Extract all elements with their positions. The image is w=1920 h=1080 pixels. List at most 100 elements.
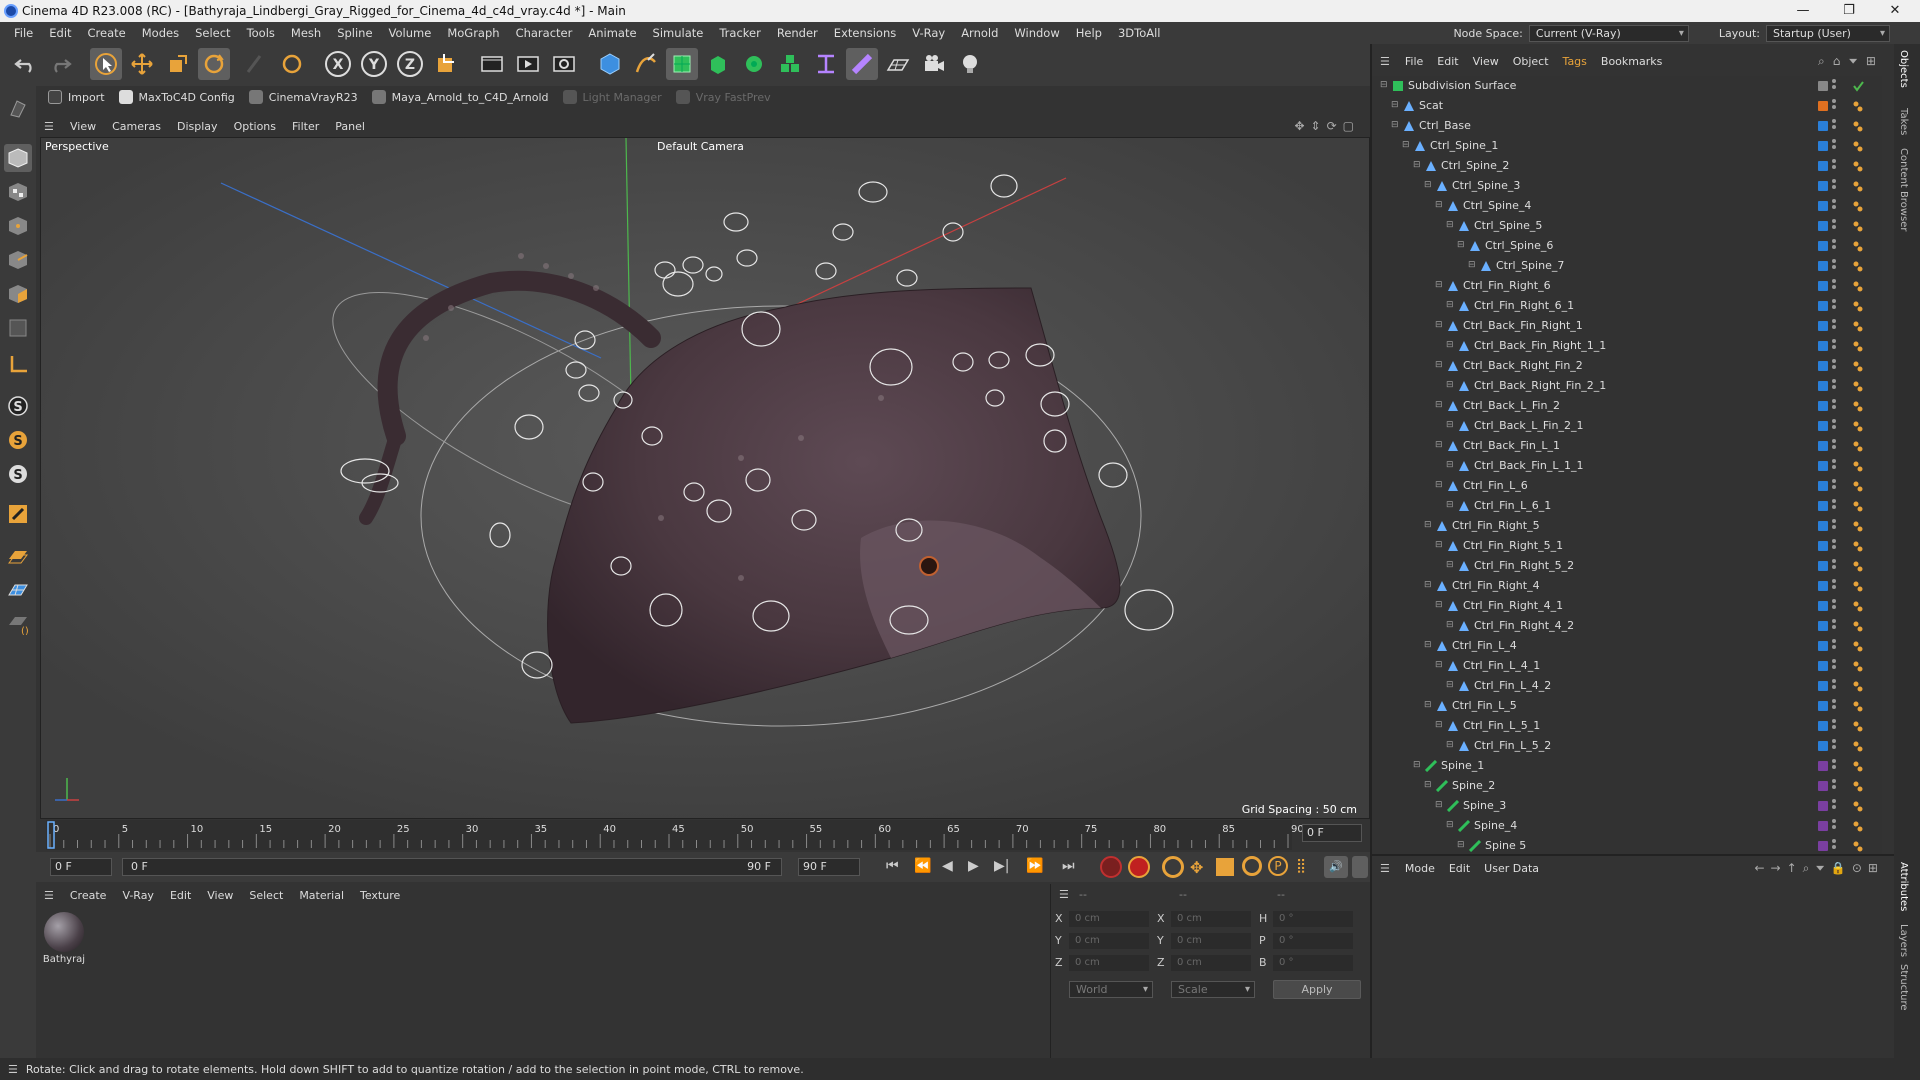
viewport-menu-options[interactable]: Options bbox=[226, 120, 284, 133]
apply-button[interactable]: Apply bbox=[1273, 980, 1361, 999]
object-name[interactable]: Ctrl_Fin_Right_6_1 bbox=[1474, 299, 1574, 312]
expand-toggle-icon[interactable]: ⊟ bbox=[1435, 800, 1443, 810]
object-row[interactable]: ⊟ Ctrl_Back_Fin_L_1_1 bbox=[1372, 456, 1882, 476]
material-menu-material[interactable]: Material bbox=[291, 889, 352, 902]
object-row[interactable]: ⊟ Ctrl_Spine_7 bbox=[1372, 256, 1882, 276]
workplane-icon[interactable] bbox=[4, 542, 32, 570]
weight-tag-icon[interactable] bbox=[1852, 340, 1864, 352]
expand-toggle-icon[interactable]: ⊟ bbox=[1457, 840, 1465, 850]
expand-toggle-icon[interactable]: ⊟ bbox=[1435, 540, 1443, 550]
weight-tag-icon[interactable] bbox=[1852, 440, 1864, 452]
render-settings-icon[interactable] bbox=[548, 48, 580, 80]
layer-color-swatch[interactable] bbox=[1818, 401, 1828, 411]
rotation-p-field[interactable]: 0 ° bbox=[1273, 933, 1353, 949]
weight-tag-icon[interactable] bbox=[1852, 840, 1864, 852]
extrude-icon[interactable] bbox=[702, 48, 734, 80]
weight-tag-icon[interactable] bbox=[1852, 520, 1864, 532]
weight-tag-icon[interactable] bbox=[1852, 280, 1864, 292]
weight-tag-icon[interactable] bbox=[1852, 620, 1864, 632]
weight-tag-icon[interactable] bbox=[1852, 260, 1864, 272]
previous-frame-icon[interactable]: ◀ bbox=[942, 858, 953, 874]
menu-extensions[interactable]: Extensions bbox=[826, 22, 904, 44]
object-name[interactable]: Ctrl_Spine_7 bbox=[1496, 259, 1564, 272]
visibility-dots-icon[interactable] bbox=[1832, 99, 1836, 113]
object-menu-tags[interactable]: Tags bbox=[1556, 55, 1594, 68]
expand-toggle-icon[interactable]: ⊟ bbox=[1391, 120, 1399, 130]
menu-help[interactable]: Help bbox=[1068, 22, 1110, 44]
object-name[interactable]: Ctrl_Spine_2 bbox=[1441, 159, 1509, 172]
object-name[interactable]: Ctrl_Back_Fin_Right_1 bbox=[1463, 319, 1583, 332]
snap-settings-icon[interactable]: S bbox=[4, 426, 32, 454]
next-frame-icon[interactable]: ▶| bbox=[994, 858, 1009, 874]
timeline-ruler[interactable]: 0 5 10 15 20 25 30 35 40 45 50 55 60 65 70 75 80 85 90 bbox=[36, 820, 1370, 850]
attributes-nav-icons[interactable]: ←→↑⌕⏷🔒⊙⊞ bbox=[1754, 861, 1884, 876]
point-level-icon[interactable]: ⣿ bbox=[1296, 858, 1306, 874]
viewport-menu-display[interactable]: Display bbox=[169, 120, 226, 133]
menu-modes[interactable]: Modes bbox=[134, 22, 187, 44]
object-row[interactable]: ⊟ Ctrl_Fin_Right_6 bbox=[1372, 276, 1882, 296]
expand-toggle-icon[interactable]: ⊟ bbox=[1446, 460, 1454, 470]
object-row[interactable]: ⊟ Spine_1 bbox=[1372, 756, 1882, 776]
layer-color-swatch[interactable] bbox=[1818, 721, 1828, 731]
expand-toggle-icon[interactable]: ⊟ bbox=[1424, 180, 1432, 190]
layer-color-swatch[interactable] bbox=[1818, 101, 1828, 111]
expand-toggle-icon[interactable]: ⊟ bbox=[1413, 160, 1421, 170]
viewport-navigation-icons[interactable]: ✥⇕⟳▢ bbox=[1294, 119, 1360, 133]
layer-color-swatch[interactable] bbox=[1818, 381, 1828, 391]
object-name[interactable]: Ctrl_Base bbox=[1419, 119, 1471, 132]
object-name[interactable]: Spine_4 bbox=[1474, 819, 1517, 832]
weight-tag-icon[interactable] bbox=[1852, 720, 1864, 732]
size-y-field[interactable]: 0 cm bbox=[1171, 933, 1251, 949]
spline-pen-icon[interactable] bbox=[630, 48, 662, 80]
rotation-h-field[interactable]: 0 ° bbox=[1273, 911, 1353, 927]
layer-color-swatch[interactable] bbox=[1818, 181, 1828, 191]
layer-color-swatch[interactable] bbox=[1818, 641, 1828, 651]
locked-workplane-icon[interactable]: () bbox=[4, 610, 32, 638]
layer-color-swatch[interactable] bbox=[1818, 681, 1828, 691]
polygons-mode-icon[interactable] bbox=[4, 280, 32, 308]
layer-color-swatch[interactable] bbox=[1818, 821, 1828, 831]
deformer-icon[interactable] bbox=[810, 48, 842, 80]
visibility-dots-icon[interactable] bbox=[1832, 819, 1836, 833]
expand-toggle-icon[interactable]: ⊟ bbox=[1468, 260, 1476, 270]
layer-color-swatch[interactable] bbox=[1818, 801, 1828, 811]
goto-start-icon[interactable]: ⏮ bbox=[886, 858, 899, 874]
visibility-dots-icon[interactable] bbox=[1832, 319, 1836, 333]
play-icon[interactable]: ▶ bbox=[968, 858, 979, 874]
object-row[interactable]: ⊟ Ctrl_Spine_3 bbox=[1372, 176, 1882, 196]
menu-tools[interactable]: Tools bbox=[239, 22, 283, 44]
visibility-dots-icon[interactable] bbox=[1832, 239, 1836, 253]
object-row[interactable]: ⊟ Ctrl_Fin_Right_5_2 bbox=[1372, 556, 1882, 576]
object-tree[interactable]: ⊟ Subdivision Surface ⊟ Scat ⊟ Ctrl_Base ⊟ Ctrl… bbox=[1372, 76, 1882, 854]
layer-color-swatch[interactable] bbox=[1818, 301, 1828, 311]
visibility-dots-icon[interactable] bbox=[1832, 379, 1836, 393]
x-axis-lock-icon[interactable]: X bbox=[322, 48, 354, 80]
weight-tag-icon[interactable] bbox=[1852, 480, 1864, 492]
undo-icon[interactable] bbox=[10, 48, 42, 80]
visibility-dots-icon[interactable] bbox=[1832, 679, 1836, 693]
layer-color-swatch[interactable] bbox=[1818, 541, 1828, 551]
hamburger-icon[interactable]: ☰ bbox=[1380, 862, 1390, 875]
weight-tag-icon[interactable] bbox=[1852, 100, 1864, 112]
object-name[interactable]: Ctrl_Back_Fin_L_1_1 bbox=[1474, 459, 1583, 472]
expand-toggle-icon[interactable]: ⊟ bbox=[1435, 280, 1443, 290]
expand-toggle-icon[interactable]: ⊟ bbox=[1435, 600, 1443, 610]
weight-tag-icon[interactable] bbox=[1852, 640, 1864, 652]
expand-toggle-icon[interactable]: ⊟ bbox=[1435, 320, 1443, 330]
position-x-field[interactable]: 0 cm bbox=[1069, 911, 1149, 927]
tab-attributes[interactable]: Attributes bbox=[1898, 862, 1909, 911]
weight-tag-icon[interactable] bbox=[1852, 700, 1864, 712]
grid-icon[interactable] bbox=[4, 576, 32, 604]
visibility-dots-icon[interactable] bbox=[1832, 179, 1836, 193]
material-menu-create[interactable]: Create bbox=[62, 889, 115, 902]
object-name[interactable]: Ctrl_Back_L_Fin_2_1 bbox=[1474, 419, 1583, 432]
object-name[interactable]: Ctrl_Fin_Right_4_1 bbox=[1463, 599, 1563, 612]
weight-tag-icon[interactable] bbox=[1852, 820, 1864, 832]
attributes-menu-edit[interactable]: Edit bbox=[1442, 862, 1477, 875]
size-z-field[interactable]: 0 cm bbox=[1171, 955, 1251, 971]
menu-vray[interactable]: V-Ray bbox=[904, 22, 953, 44]
current-frame-field[interactable]: 0 F bbox=[1302, 824, 1362, 842]
tab-layers[interactable]: Layers bbox=[1898, 924, 1909, 957]
timeline[interactable]: 0 5 10 15 20 25 30 35 40 45 50 55 60 65 70 75 80 85 90 0 F bbox=[36, 820, 1370, 850]
object-name[interactable]: Subdivision Surface bbox=[1408, 79, 1516, 92]
